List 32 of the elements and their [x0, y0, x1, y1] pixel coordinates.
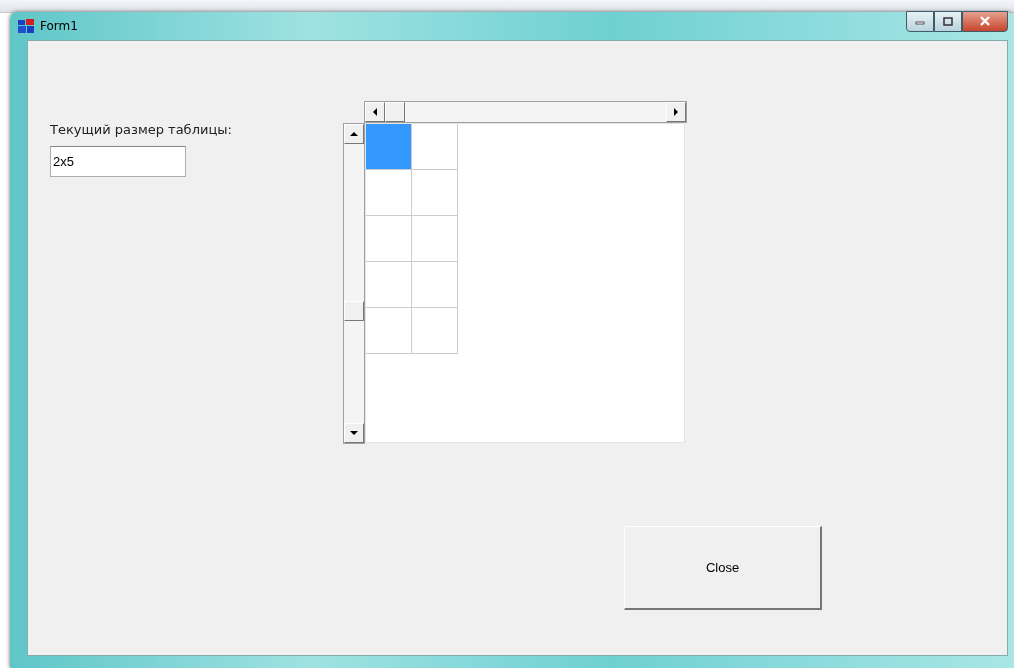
size-field[interactable]: 2x5: [50, 146, 186, 177]
grid-cell[interactable]: [366, 216, 412, 262]
scroll-left-button[interactable]: [365, 102, 385, 122]
size-label: Текущий размер таблицы:: [50, 122, 233, 139]
grid-cell[interactable]: [366, 124, 412, 170]
grid-cell[interactable]: [412, 170, 458, 216]
scroll-right-button[interactable]: [666, 102, 686, 122]
up-arrow-icon: [350, 131, 358, 137]
minimize-button[interactable]: [906, 10, 934, 32]
scroll-up-button[interactable]: [344, 124, 364, 144]
left-arrow-icon: [372, 108, 378, 116]
scroll-thumb[interactable]: [344, 301, 364, 321]
grid-cell[interactable]: [366, 308, 412, 354]
grid-cell[interactable]: [412, 124, 458, 170]
maximize-button[interactable]: [934, 10, 962, 32]
right-arrow-icon: [673, 108, 679, 116]
scroll-down-button[interactable]: [344, 423, 364, 443]
grid-cell[interactable]: [366, 170, 412, 216]
down-arrow-icon: [350, 430, 358, 436]
grid-cell[interactable]: [412, 262, 458, 308]
window-title: Form1: [40, 19, 78, 33]
app-icon: [18, 19, 34, 33]
grid-cell[interactable]: [412, 216, 458, 262]
close-icon: [979, 16, 991, 26]
close-window-button[interactable]: [962, 10, 1008, 32]
grid-cell[interactable]: [366, 262, 412, 308]
grid-cell[interactable]: [412, 308, 458, 354]
scroll-thumb[interactable]: [385, 102, 405, 122]
vertical-scrollbar[interactable]: [343, 123, 365, 444]
horizontal-scrollbar[interactable]: [364, 101, 687, 123]
close-button[interactable]: Close: [624, 526, 822, 610]
maximize-icon: [943, 16, 953, 26]
